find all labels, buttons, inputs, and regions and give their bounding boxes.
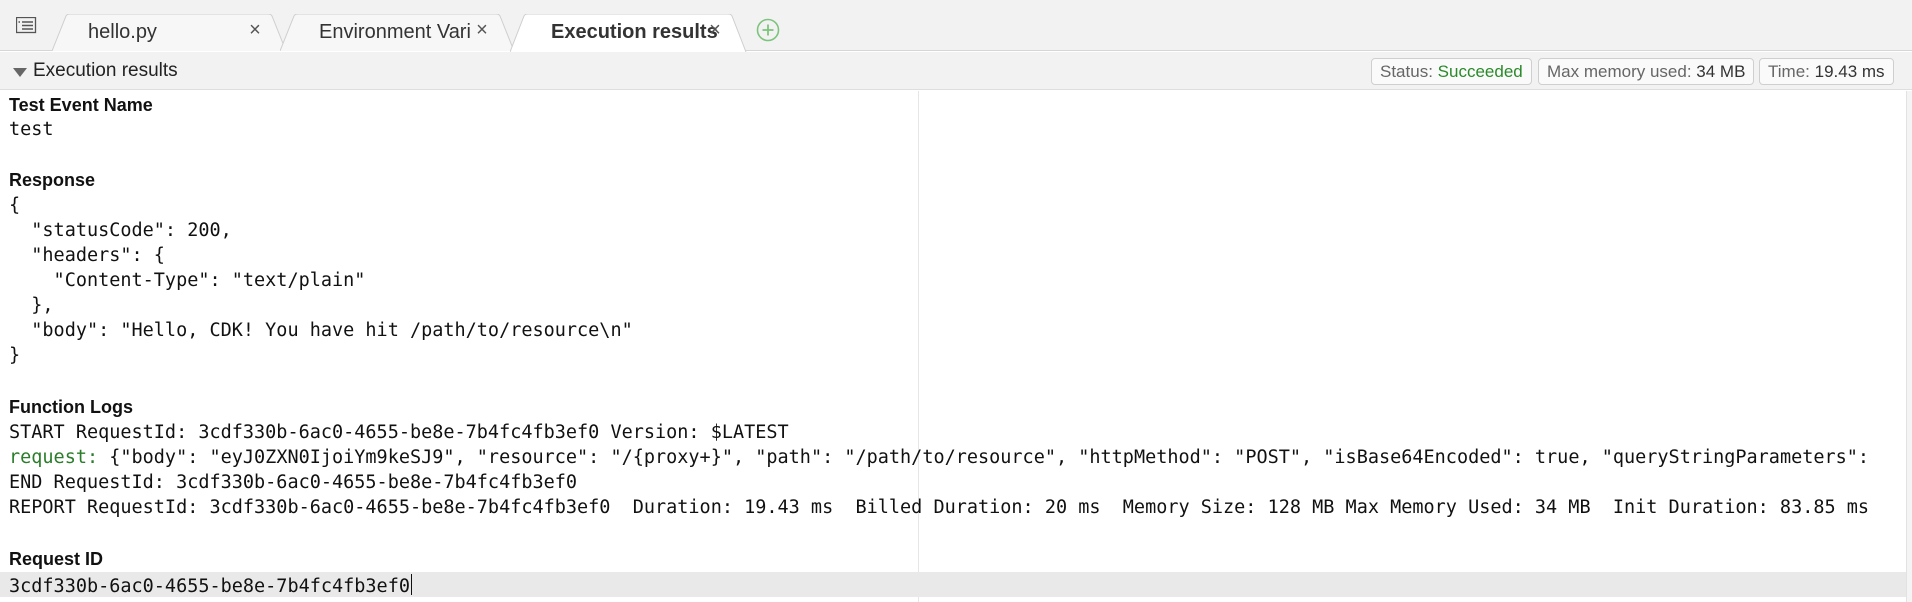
print-margin-line bbox=[918, 91, 919, 602]
response-line: "headers": { bbox=[9, 245, 165, 266]
close-icon[interactable]: × bbox=[706, 20, 724, 40]
response-line: "Content-Type": "text/plain" bbox=[9, 270, 366, 291]
memory-badge: Max memory used: 34 MB bbox=[1538, 58, 1755, 85]
function-logs-heading: Function Logs bbox=[9, 397, 133, 417]
time-label: Time: bbox=[1768, 62, 1810, 81]
text-cursor bbox=[410, 574, 412, 595]
request-id-line: 3cdf330b-6ac0-4655-be8e-7b4fc4fb3ef0 bbox=[9, 574, 412, 597]
tab-hello-py[interactable]: hello.py × bbox=[52, 14, 288, 51]
panel-title[interactable]: Execution results bbox=[33, 60, 178, 82]
vertical-scrollbar[interactable] bbox=[1906, 91, 1912, 602]
log-request-line: request: {"body": "eyJ0ZXN0IjoiYm9keSJ9"… bbox=[9, 447, 1869, 468]
log-report-line: REPORT RequestId: 3cdf330b-6ac0-4655-be8… bbox=[9, 497, 1870, 518]
close-icon[interactable]: × bbox=[246, 20, 264, 40]
response-line: }, bbox=[9, 295, 54, 316]
log-start-line: START RequestId: 3cdf330b-6ac0-4655-be8e… bbox=[9, 422, 789, 443]
response-line: { bbox=[9, 195, 21, 216]
response-line: "statusCode": 200, bbox=[9, 220, 232, 241]
memory-value: 34 MB bbox=[1696, 62, 1746, 81]
response-heading: Response bbox=[9, 170, 96, 190]
list-menu-icon[interactable] bbox=[16, 17, 38, 35]
request-id-value: 3cdf330b-6ac0-4655-be8e-7b4fc4fb3ef0 bbox=[9, 576, 410, 597]
time-badge: Time: 19.43 ms bbox=[1759, 58, 1894, 85]
tab-environment-variables[interactable]: Environment Vari × bbox=[280, 14, 516, 51]
tab-label: Environment Vari bbox=[319, 21, 471, 43]
tab-execution-results[interactable]: Execution results × bbox=[510, 14, 748, 52]
test-event-value: test bbox=[9, 119, 54, 140]
log-request-value: {"body": "eyJ0ZXN0IjoiYm9keSJ9", "resour… bbox=[98, 447, 1870, 468]
status-badge: Status: Succeeded bbox=[1371, 58, 1532, 85]
triangle-down-icon[interactable] bbox=[13, 68, 27, 77]
response-line: } bbox=[9, 345, 21, 366]
response-line: "body": "Hello, CDK! You have hit /path/… bbox=[9, 320, 633, 341]
log-end-line: END RequestId: 3cdf330b-6ac0-4655-be8e-7… bbox=[9, 472, 578, 493]
tab-bar: hello.py × Environment Vari × Execution … bbox=[0, 0, 1912, 52]
test-event-heading: Test Event Name bbox=[9, 95, 153, 115]
request-id-heading: Request ID bbox=[9, 549, 104, 569]
time-value: 19.43 ms bbox=[1814, 62, 1885, 81]
execution-output[interactable]: Test Event Name test Response { "statusC… bbox=[0, 91, 1912, 602]
close-icon[interactable]: × bbox=[473, 20, 491, 40]
status-value: Succeeded bbox=[1437, 62, 1523, 81]
log-request-key: request: bbox=[9, 447, 99, 468]
memory-label: Max memory used: bbox=[1547, 62, 1692, 81]
status-label: Status: bbox=[1380, 62, 1433, 81]
plus-circle-icon[interactable] bbox=[756, 18, 780, 42]
tab-label: hello.py bbox=[88, 21, 157, 43]
